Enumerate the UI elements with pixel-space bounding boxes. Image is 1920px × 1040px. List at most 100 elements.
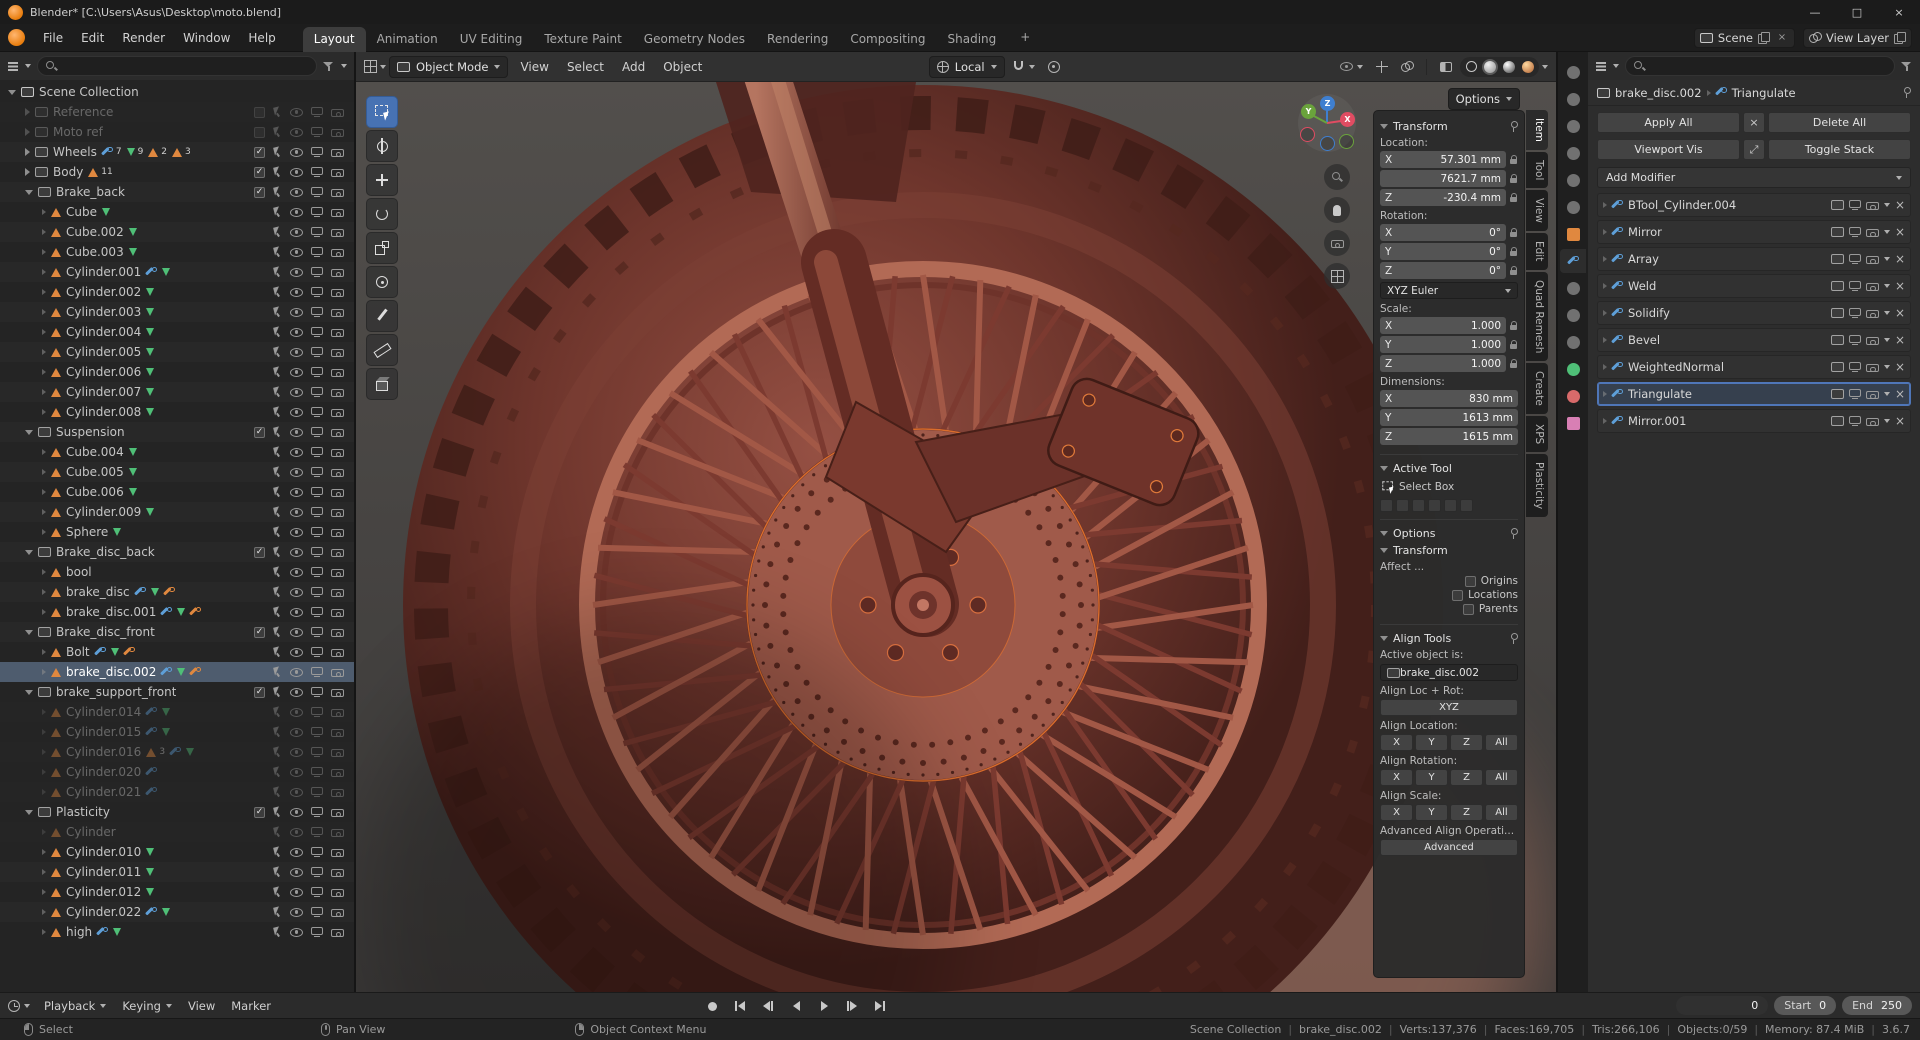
eye-icon[interactable] (290, 168, 303, 177)
expand-icon[interactable] (42, 769, 46, 775)
outliner-row[interactable]: Cylinder.0163 (0, 742, 354, 762)
screen-icon[interactable] (311, 467, 323, 477)
eye-icon[interactable] (290, 668, 303, 677)
expand-icon[interactable] (42, 589, 46, 595)
camera-icon[interactable] (1866, 335, 1879, 345)
transform-section-header[interactable]: Transform (1380, 120, 1518, 133)
cursor-icon[interactable] (273, 887, 282, 898)
options-dropdown[interactable]: Options (1448, 88, 1520, 110)
workspace-tab-rendering[interactable]: Rendering (756, 27, 839, 52)
check-icon[interactable]: ✓ (254, 187, 265, 198)
modifier-extras-icon[interactable] (1884, 257, 1890, 261)
eye-icon[interactable] (290, 268, 303, 277)
camera-icon[interactable] (331, 287, 344, 297)
camera-icon[interactable] (331, 747, 344, 757)
prev-keyframe-button[interactable] (756, 997, 780, 1016)
shading-material-button[interactable] (1501, 59, 1517, 75)
camera-icon[interactable] (331, 487, 344, 497)
workspace-tab-texture-paint[interactable]: Texture Paint (533, 27, 632, 52)
jump-start-button[interactable] (728, 997, 752, 1016)
pin-icon[interactable] (1509, 121, 1518, 132)
lock-icon[interactable] (1509, 359, 1518, 369)
screen-icon[interactable] (311, 587, 323, 597)
modifier-row[interactable]: Array× (1597, 247, 1911, 271)
camera-icon[interactable] (331, 367, 344, 377)
cursor-icon[interactable] (273, 547, 282, 558)
show-overlays-toggle[interactable] (1396, 56, 1418, 78)
camera-icon[interactable] (331, 227, 344, 237)
expand-icon[interactable] (42, 749, 46, 755)
expand-icon[interactable] (42, 789, 46, 795)
collapse-icon[interactable] (1380, 548, 1388, 553)
modifier-row[interactable]: Weld× (1597, 274, 1911, 298)
properties-tab-output[interactable] (1560, 114, 1586, 138)
workspace-tab-animation[interactable]: Animation (366, 27, 449, 52)
n-panel-tab-plasticity[interactable]: Plasticity (1526, 454, 1548, 517)
camera-icon[interactable] (331, 767, 344, 777)
screen-icon[interactable] (311, 287, 323, 297)
check-icon[interactable]: ✓ (254, 687, 265, 698)
coll-icon[interactable] (1831, 389, 1844, 399)
close-button[interactable]: × (1878, 0, 1920, 24)
camera-icon[interactable] (331, 267, 344, 277)
expand-icon[interactable] (42, 489, 46, 495)
coll-icon[interactable] (1831, 227, 1844, 237)
screen-icon[interactable] (311, 427, 323, 437)
screen-icon[interactable] (311, 127, 323, 137)
eye-icon[interactable] (290, 548, 303, 557)
properties-editor-type-icon[interactable] (1595, 60, 1607, 72)
minimize-button[interactable]: — (1794, 0, 1836, 24)
screen-icon[interactable] (311, 207, 323, 217)
active-object-field[interactable]: brake_disc.002 (1380, 664, 1518, 681)
chevron-down-icon[interactable] (24, 1004, 30, 1008)
new-view-layer-icon[interactable] (1894, 32, 1906, 44)
timeline-menu-keying[interactable]: Keying (114, 997, 180, 1015)
camera-icon[interactable] (331, 447, 344, 457)
menu-edit[interactable]: Edit (72, 28, 113, 48)
preset-button[interactable] (1412, 499, 1425, 512)
breadcrumb-object[interactable]: brake_disc.002 (1615, 86, 1702, 100)
outliner-row[interactable]: Cylinder.021 (0, 782, 354, 802)
expand-icon[interactable] (42, 249, 46, 255)
cursor-icon[interactable] (273, 207, 282, 218)
properties-tab-physics[interactable] (1560, 303, 1586, 327)
camera-icon[interactable] (331, 147, 344, 157)
eye-icon[interactable] (290, 328, 303, 337)
cursor-icon[interactable] (273, 847, 282, 858)
outliner-row[interactable]: Cylinder.003 (0, 302, 354, 322)
outliner-row[interactable]: Cylinder (0, 822, 354, 842)
modifier-extras-icon[interactable] (1884, 338, 1890, 342)
screen-icon[interactable] (311, 267, 323, 277)
outliner-row[interactable]: Sphere (0, 522, 354, 542)
scene-selector[interactable]: Scene × (1694, 28, 1795, 48)
collapse-icon[interactable] (1380, 531, 1388, 536)
timeline-editor-type-icon[interactable] (8, 1000, 20, 1012)
eye-icon[interactable] (290, 728, 303, 737)
screen-icon[interactable] (311, 327, 323, 337)
camera-icon[interactable] (331, 907, 344, 917)
menu-window[interactable]: Window (174, 28, 239, 48)
outliner-row[interactable]: Cube (0, 202, 354, 222)
outliner-row[interactable]: Cylinder.014 (0, 702, 354, 722)
camera-icon[interactable] (1866, 281, 1879, 291)
close-icon[interactable]: × (1895, 253, 1905, 265)
tool-transform[interactable] (366, 266, 398, 298)
number-field[interactable]: Z-230.4 mm (1380, 189, 1506, 206)
align-z-button[interactable]: Z (1450, 769, 1483, 786)
expand-icon[interactable] (42, 889, 46, 895)
align-all-button[interactable]: All (1485, 734, 1518, 751)
eye-icon[interactable] (290, 188, 303, 197)
check-icon[interactable]: ✓ (254, 807, 265, 818)
cursor-icon[interactable] (273, 167, 282, 178)
eye-icon[interactable] (290, 628, 303, 637)
outliner-search-input[interactable] (63, 60, 309, 73)
tool-cursor[interactable] (366, 130, 398, 162)
lock-icon[interactable] (1509, 155, 1518, 165)
camera-icon[interactable] (331, 587, 344, 597)
coll-icon[interactable] (1831, 281, 1844, 291)
expand-icon[interactable] (1603, 337, 1607, 343)
screen-icon[interactable] (311, 227, 323, 237)
eye-icon[interactable] (290, 308, 303, 317)
mode-dropdown[interactable]: Object Mode (389, 56, 508, 78)
number-field[interactable]: 7621.7 mm (1380, 170, 1506, 187)
